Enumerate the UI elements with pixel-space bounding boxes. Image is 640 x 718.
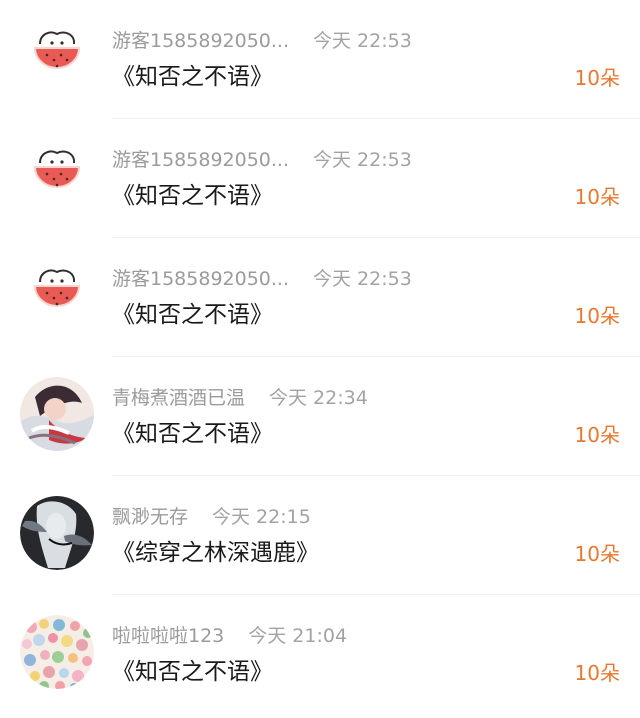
message-meta: 游客1585892050... 今天 22:53 xyxy=(112,28,412,54)
timestamp: 今天 22:53 xyxy=(313,268,412,290)
floral-pattern-avatar[interactable] xyxy=(20,615,94,689)
gift-message-list: 游客1585892050... 今天 22:53 《知否之不语》 10朵 游客15… xyxy=(0,0,640,718)
username[interactable]: 飘渺无存 xyxy=(112,504,188,530)
timestamp: 今天 22:53 xyxy=(313,30,412,52)
timestamp: 今天 21:04 xyxy=(248,625,348,647)
timestamp: 今天 22:15 xyxy=(212,506,311,528)
illustrated-character-avatar[interactable] xyxy=(20,377,94,451)
username[interactable]: 啦啦啦啦123 xyxy=(112,623,224,649)
username[interactable]: 游客1585892050... xyxy=(112,28,289,54)
watermelon-avatar[interactable] xyxy=(20,139,94,213)
list-item[interactable]: 啦啦啦啦123 今天 21:04 《知否之不语》 10朵 xyxy=(0,595,640,714)
gift-count: 10朵 xyxy=(574,661,620,685)
list-item[interactable]: 游客1585892050... 今天 22:53 《知否之不语》 10朵 xyxy=(0,238,640,357)
username[interactable]: 游客1585892050... xyxy=(112,147,289,173)
username[interactable]: 游客1585892050... xyxy=(112,266,289,292)
dark-character-avatar[interactable] xyxy=(20,496,94,570)
gift-count: 10朵 xyxy=(574,423,620,447)
message-meta: 游客1585892050... 今天 22:53 xyxy=(112,147,412,173)
list-item[interactable]: 游客1585892050... 今天 22:53 《知否之不语》 10朵 xyxy=(0,0,640,119)
book-title[interactable]: 《知否之不语》 xyxy=(112,656,273,688)
gift-count: 10朵 xyxy=(574,66,620,90)
watermelon-avatar[interactable] xyxy=(20,20,94,94)
list-item[interactable]: 青梅煮酒酒已温 今天 22:34 《知否之不语》 10朵 xyxy=(0,357,640,476)
list-item[interactable]: 游客1585892050... 今天 22:53 《知否之不语》 10朵 xyxy=(0,119,640,238)
message-meta: 游客1585892050... 今天 22:53 xyxy=(112,266,412,292)
timestamp: 今天 22:34 xyxy=(269,387,368,409)
watermelon-avatar[interactable] xyxy=(20,258,94,332)
gift-count: 10朵 xyxy=(574,542,620,566)
username[interactable]: 青梅煮酒酒已温 xyxy=(112,385,245,411)
gift-count: 10朵 xyxy=(574,304,620,328)
book-title[interactable]: 《知否之不语》 xyxy=(112,299,273,331)
list-item[interactable]: 飘渺无存 今天 22:15 《综穿之林深遇鹿》 10朵 xyxy=(0,476,640,595)
message-meta: 啦啦啦啦123 今天 21:04 xyxy=(112,623,347,649)
book-title[interactable]: 《知否之不语》 xyxy=(112,418,273,450)
timestamp: 今天 22:53 xyxy=(313,149,412,171)
book-title[interactable]: 《知否之不语》 xyxy=(112,180,273,212)
book-title[interactable]: 《综穿之林深遇鹿》 xyxy=(112,537,319,569)
message-meta: 青梅煮酒酒已温 今天 22:34 xyxy=(112,385,368,411)
book-title[interactable]: 《知否之不语》 xyxy=(112,61,273,93)
gift-count: 10朵 xyxy=(574,185,620,209)
message-meta: 飘渺无存 今天 22:15 xyxy=(112,504,311,530)
